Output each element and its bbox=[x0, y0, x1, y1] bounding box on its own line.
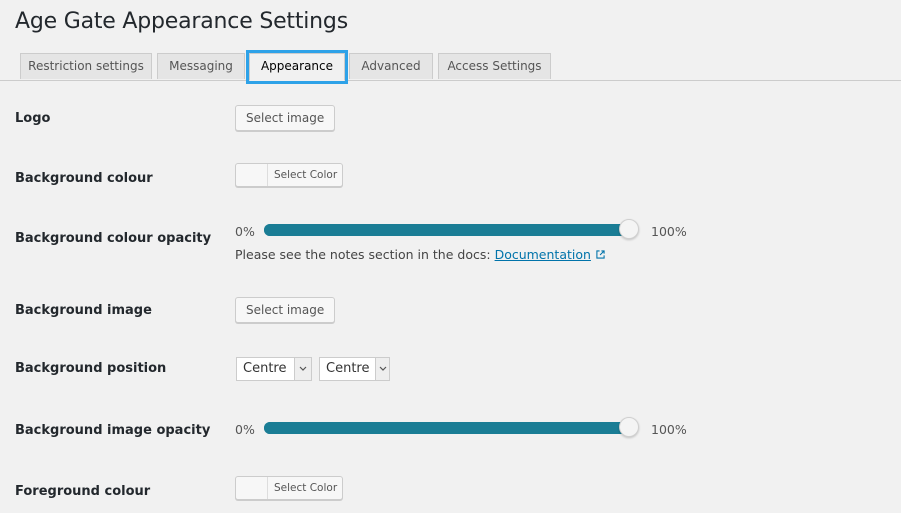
background-colour-opacity-label: Background colour opacity bbox=[15, 231, 212, 246]
background-image-opacity-min: 0% bbox=[235, 422, 255, 437]
documentation-link-label: Documentation bbox=[494, 247, 591, 262]
docs-note-text: Please see the notes section in the docs… bbox=[235, 247, 491, 262]
foreground-colour-label: Foreground colour bbox=[15, 484, 151, 499]
documentation-link[interactable]: Documentation bbox=[495, 247, 605, 262]
background-colour-opacity-slider[interactable] bbox=[264, 224, 637, 236]
tab-advanced[interactable]: Advanced bbox=[349, 53, 433, 79]
background-colour-label: Background colour bbox=[15, 171, 153, 186]
background-position-y-value: Centre bbox=[326, 361, 370, 376]
background-colour-select-button[interactable]: Select Color bbox=[268, 164, 342, 186]
background-position-x-value: Centre bbox=[243, 361, 287, 376]
background-colour-opacity-min: 0% bbox=[235, 224, 255, 239]
tab-restriction-settings[interactable]: Restriction settings bbox=[20, 53, 152, 79]
foreground-colour-select-button[interactable]: Select Color bbox=[268, 477, 342, 499]
logo-label: Logo bbox=[15, 111, 51, 126]
chevron-down-icon bbox=[375, 358, 389, 380]
background-colour-swatch[interactable] bbox=[236, 164, 268, 186]
foreground-colour-picker[interactable]: Select Color bbox=[235, 476, 344, 500]
foreground-colour-swatch[interactable] bbox=[236, 477, 268, 499]
tab-appearance[interactable]: Appearance bbox=[246, 50, 348, 84]
logo-select-image-button[interactable]: Select image bbox=[235, 105, 336, 131]
docs-note: Please see the notes section in the docs… bbox=[235, 247, 605, 262]
page-title: Age Gate Appearance Settings bbox=[15, 9, 348, 34]
background-position-y-select[interactable]: Centre bbox=[319, 357, 390, 381]
background-colour-picker[interactable]: Select Color bbox=[235, 163, 344, 187]
background-image-opacity-slider[interactable] bbox=[264, 422, 637, 434]
background-image-opacity-label: Background image opacity bbox=[15, 423, 211, 438]
tab-messaging[interactable]: Messaging bbox=[157, 53, 245, 79]
background-colour-opacity-max: 100% bbox=[651, 224, 687, 239]
background-position-label: Background position bbox=[15, 361, 167, 376]
external-link-icon bbox=[596, 250, 605, 259]
settings-tabs: Restriction settings Messaging Appearanc… bbox=[0, 50, 901, 84]
background-position-x-select[interactable]: Centre bbox=[236, 357, 312, 381]
background-colour-opacity-handle[interactable] bbox=[619, 219, 639, 239]
tab-access-settings[interactable]: Access Settings bbox=[438, 53, 551, 79]
background-image-select-button[interactable]: Select image bbox=[235, 297, 336, 323]
background-image-opacity-handle[interactable] bbox=[619, 417, 639, 437]
chevron-down-icon bbox=[294, 358, 311, 380]
background-colour-opacity-fill bbox=[264, 224, 637, 236]
background-image-opacity-max: 100% bbox=[651, 422, 687, 437]
background-image-label: Background image bbox=[15, 303, 152, 318]
background-image-opacity-fill bbox=[264, 422, 637, 434]
